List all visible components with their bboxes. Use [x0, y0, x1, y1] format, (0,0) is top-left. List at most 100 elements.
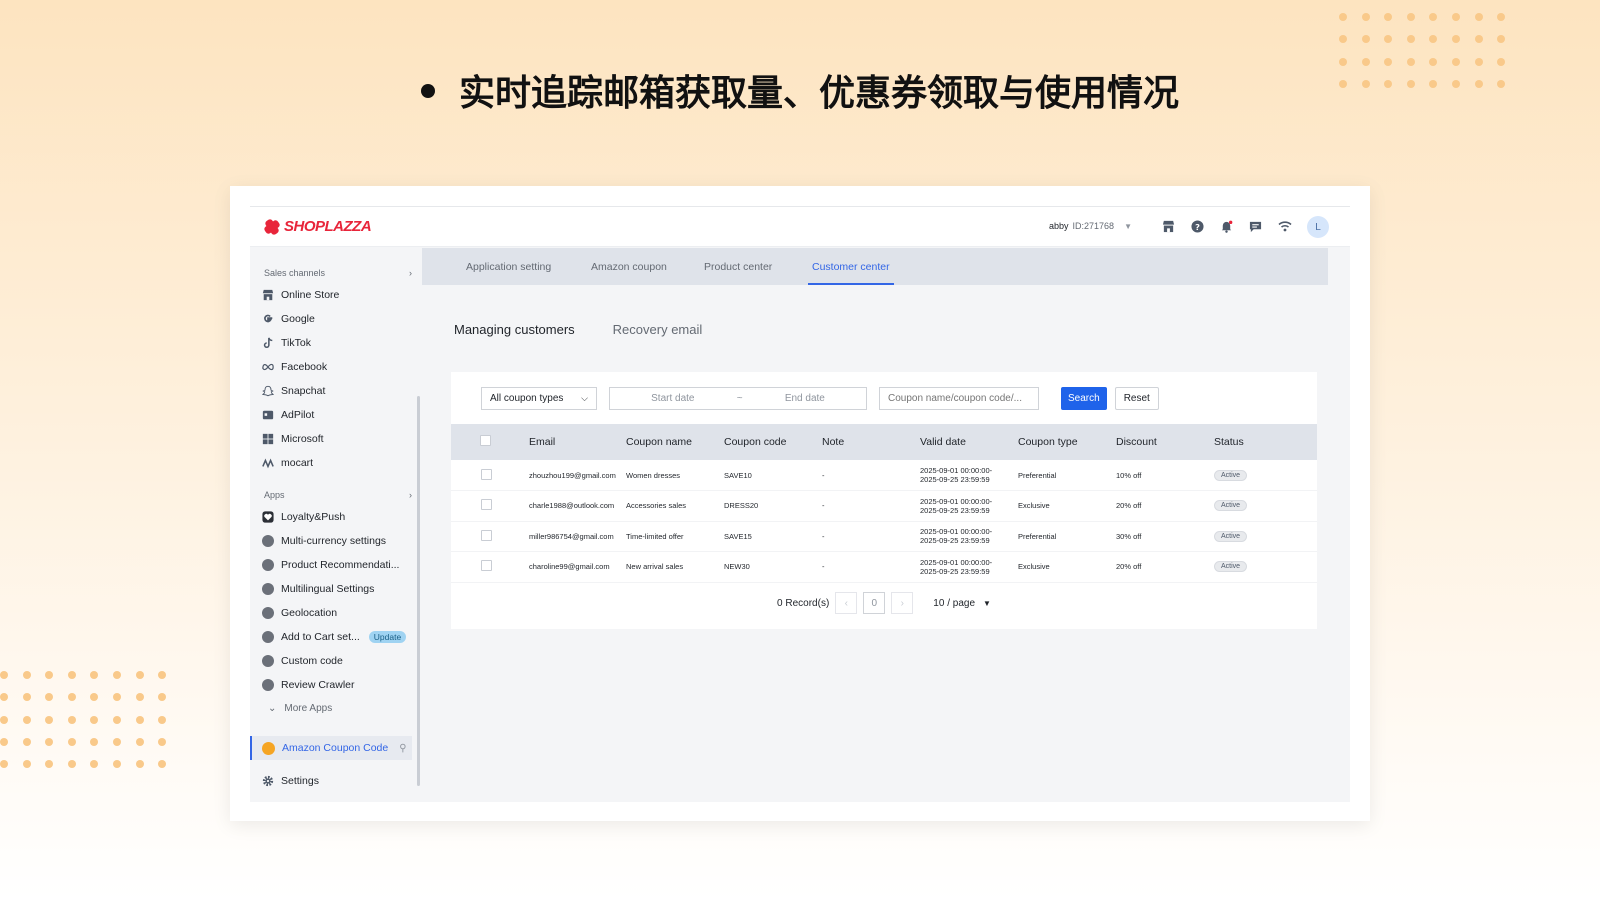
- row-checkbox[interactable]: [481, 529, 492, 541]
- sidebar-item-google[interactable]: Google: [262, 308, 412, 330]
- more-apps-toggle[interactable]: ⌄ More Apps: [268, 703, 332, 714]
- headline-text: 实时追踪邮箱获取量、优惠券领取与使用情况: [458, 73, 1179, 114]
- dot: [45, 737, 54, 746]
- row-checkbox[interactable]: [481, 499, 492, 511]
- coupon-type-select[interactable]: All coupon types ⌵: [481, 386, 597, 410]
- sidebar-item-add-to-cart[interactable]: Add to Cart set... Update: [262, 626, 412, 648]
- tab-application-setting[interactable]: Application setting: [466, 261, 551, 273]
- dot: [1451, 13, 1460, 21]
- next-page-button[interactable]: ›: [891, 592, 914, 614]
- dot: [0, 737, 8, 746]
- subtab-managing-customers[interactable]: Managing customers: [454, 322, 575, 337]
- mocart-icon: [262, 457, 274, 469]
- row-checkbox[interactable]: [481, 468, 492, 480]
- sidebar-item-label: Geolocation: [281, 607, 338, 619]
- apps-title: Apps: [264, 490, 285, 500]
- shoplazza-logo[interactable]: SHOPLAZZA: [264, 218, 372, 235]
- tab-amazon-coupon[interactable]: Amazon coupon: [591, 261, 667, 273]
- sidebar-item-loyalty-push[interactable]: Loyalty&Push: [262, 506, 412, 528]
- dot: [90, 671, 99, 679]
- end-date-field[interactable]: End date: [785, 393, 825, 404]
- sidebar-item-facebook[interactable]: Facebook: [262, 356, 412, 378]
- dot: [135, 760, 144, 769]
- cell-valid-date: 2025-09-01 00:00:00- 2025-09-25 23:59:59: [920, 460, 1018, 491]
- help-icon[interactable]: ?: [1190, 219, 1205, 234]
- sidebar-item-adpilot[interactable]: AdPilot: [262, 404, 412, 426]
- search-button[interactable]: Search: [1061, 386, 1107, 410]
- dot: [22, 693, 31, 702]
- select-all-checkbox[interactable]: [480, 435, 491, 446]
- sidebar-item-multilingual[interactable]: Multilingual Settings: [262, 578, 412, 600]
- pin-icon[interactable]: ⚲: [399, 743, 406, 754]
- coupon-search-input[interactable]: [879, 386, 1039, 410]
- gear-icon: [262, 775, 274, 787]
- bell-icon[interactable]: [1219, 219, 1234, 234]
- subtab-recovery-email[interactable]: Recovery email: [613, 322, 703, 337]
- language-icon: [262, 583, 274, 595]
- sidebar-item-label: Google: [281, 313, 315, 325]
- row-checkbox[interactable]: [481, 560, 492, 572]
- dot: [135, 715, 144, 724]
- dot: [45, 715, 54, 724]
- tab-product-center[interactable]: Product center: [704, 261, 772, 273]
- date-range-picker[interactable]: Start date ~ End date: [609, 386, 867, 410]
- dot: [112, 671, 121, 679]
- dot: [90, 693, 99, 702]
- column-header-coupon-code: Coupon code: [724, 436, 787, 448]
- apps-header[interactable]: Apps ›: [264, 490, 412, 500]
- sidebar-item-microsoft[interactable]: Microsoft: [262, 428, 412, 450]
- start-date-field[interactable]: Start date: [651, 393, 694, 404]
- dot: [135, 693, 144, 702]
- cell-valid-date: 2025-09-01 00:00:00- 2025-09-25 23:59:59: [920, 552, 1018, 583]
- reset-button[interactable]: Reset: [1114, 386, 1159, 410]
- column-header-email: Email: [529, 436, 556, 448]
- page-size-select[interactable]: 10 / page ▼: [933, 598, 991, 609]
- sidebar-item-settings[interactable]: Settings: [262, 770, 412, 792]
- cell-coupon-type: Exclusive: [1018, 501, 1050, 511]
- account-switcher[interactable]: abby ID:271768 ▼: [1049, 221, 1132, 231]
- current-page[interactable]: 0: [863, 592, 886, 614]
- date-separator: ~: [736, 392, 743, 404]
- dot: [45, 693, 54, 702]
- chevron-down-icon: ⌵: [581, 392, 588, 403]
- cell-discount: 20% off: [1116, 562, 1142, 572]
- sidebar-item-product-recommendation[interactable]: Product Recommendati...: [262, 554, 412, 576]
- dot: [0, 693, 8, 702]
- dot: [112, 737, 121, 746]
- dot: [22, 760, 31, 769]
- dot: [158, 671, 167, 679]
- dot: [67, 671, 76, 679]
- sidebar-item-label: Microsoft: [281, 433, 324, 445]
- sidebar-item-mocart[interactable]: mocart: [262, 452, 412, 474]
- dot: [22, 715, 31, 724]
- top-bar: SHOPLAZZA abby ID:271768 ▼ ? L: [250, 207, 1350, 247]
- microsoft-icon: [262, 433, 274, 445]
- dot: [1429, 13, 1438, 21]
- sales-channels-header[interactable]: Sales channels ›: [264, 268, 412, 278]
- sidebar-item-amazon-coupon-code[interactable]: Amazon Coupon Code ⚲: [250, 736, 412, 760]
- sidebar-item-label: Loyalty&Push: [281, 511, 346, 523]
- sidebar-item-tiktok[interactable]: TikTok: [262, 332, 412, 354]
- dot: [67, 760, 76, 769]
- message-icon[interactable]: [1248, 219, 1263, 234]
- sidebar-item-online-store[interactable]: Online Store: [262, 284, 412, 306]
- active-tab-indicator: [808, 283, 894, 285]
- prev-page-button[interactable]: ‹: [835, 592, 858, 614]
- avatar[interactable]: L: [1307, 216, 1329, 238]
- sidebar-item-geolocation[interactable]: Geolocation: [262, 602, 412, 624]
- dot: [90, 760, 99, 769]
- sidebar-item-snapchat[interactable]: Snapchat: [262, 380, 412, 402]
- store-icon[interactable]: [1161, 219, 1176, 234]
- wifi-icon[interactable]: [1277, 219, 1292, 234]
- dot: [0, 671, 8, 679]
- sidebar-item-review-crawler[interactable]: Review Crawler: [262, 674, 412, 696]
- filter-bar: All coupon types ⌵ Start date ~ End date…: [481, 386, 1159, 410]
- sidebar-scrollbar[interactable]: [417, 396, 420, 786]
- caret-down-icon: ▼: [1124, 221, 1132, 231]
- more-apps-label: More Apps: [284, 703, 333, 714]
- sidebar-item-multi-currency[interactable]: Multi-currency settings: [262, 530, 412, 552]
- sidebar-item-label: Amazon Coupon Code: [282, 742, 389, 754]
- sidebar-item-custom-code[interactable]: Custom code: [262, 650, 412, 672]
- sidebar-item-label: Product Recommendati...: [281, 559, 400, 571]
- tab-customer-center[interactable]: Customer center: [812, 261, 890, 273]
